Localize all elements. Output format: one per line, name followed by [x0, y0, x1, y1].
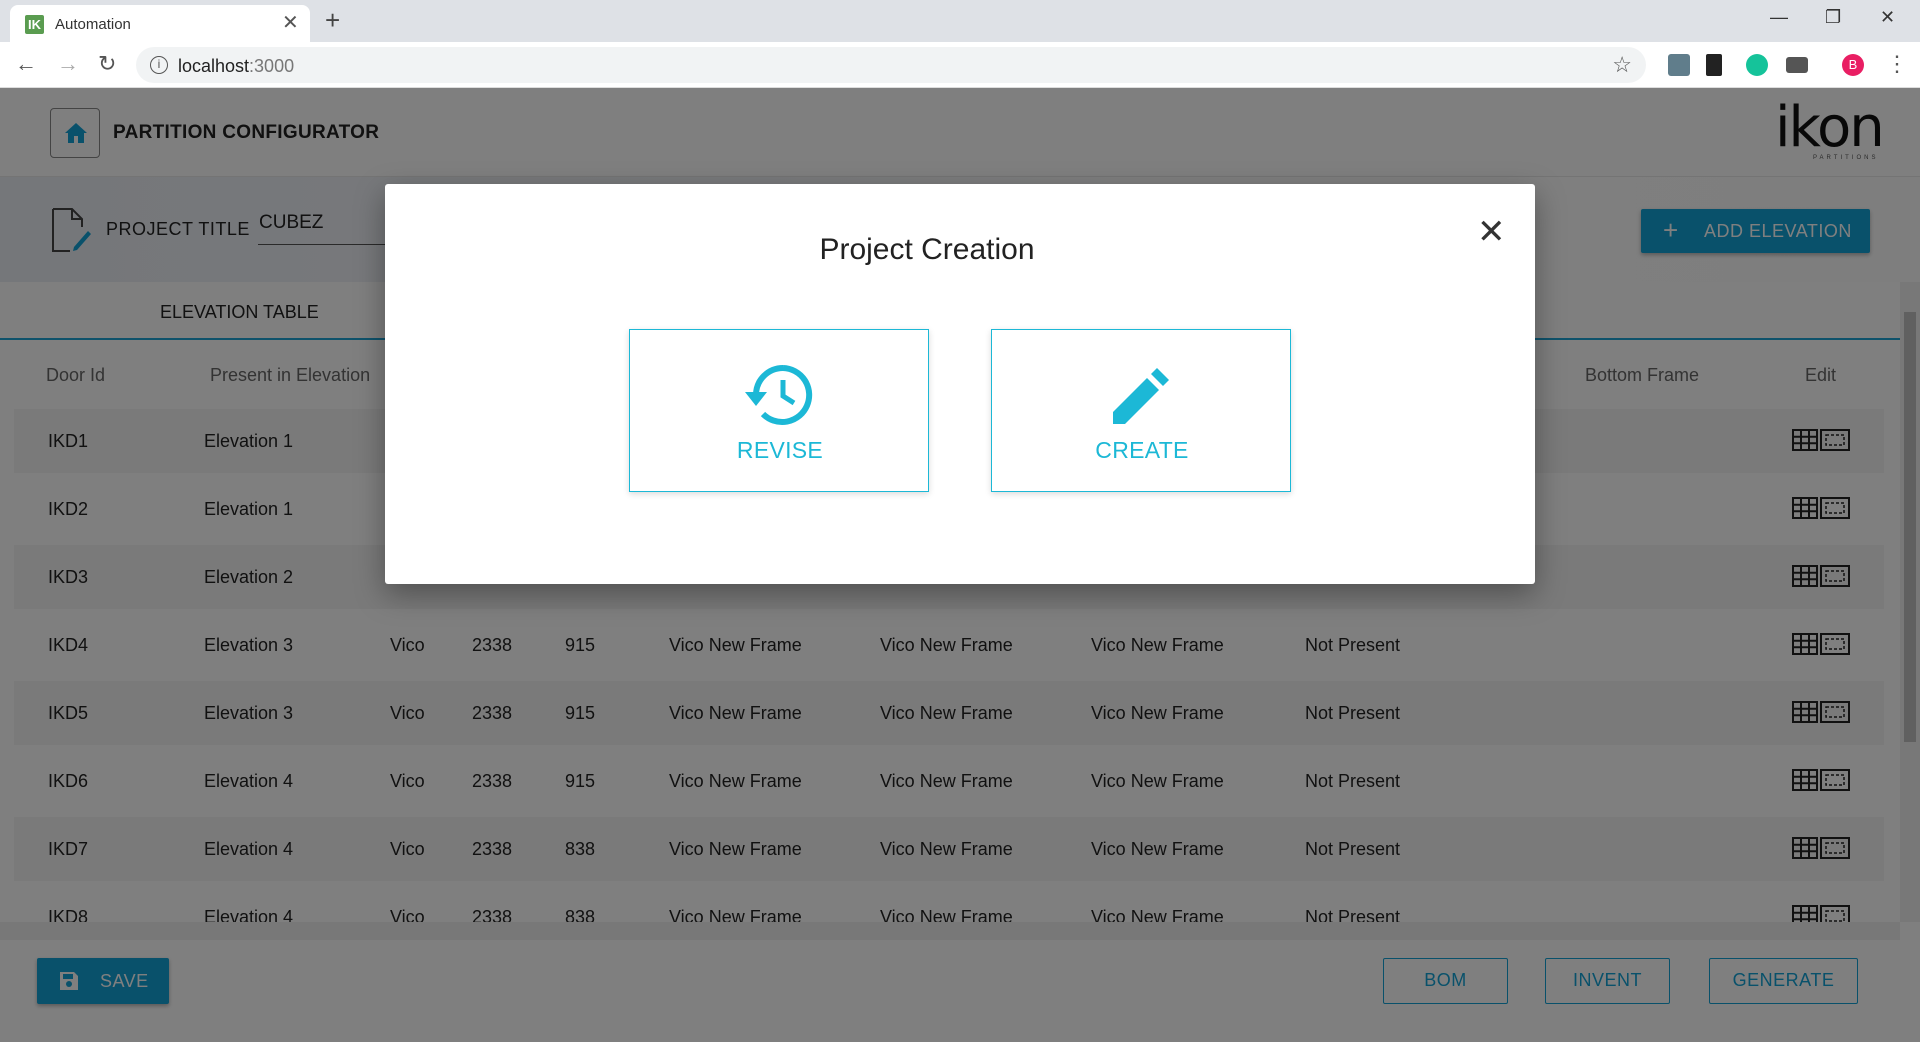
extension-cursor-icon[interactable] [1706, 54, 1722, 76]
tab-title: Automation [55, 16, 131, 33]
address-bar[interactable]: i localhost:3000 ☆ [136, 47, 1646, 83]
tab-favicon-icon: IK [25, 15, 44, 34]
back-icon[interactable]: ← [15, 52, 37, 76]
project-creation-modal: Project Creation ✕ REVISE CREATE [385, 184, 1535, 584]
revise-button[interactable]: REVISE [629, 329, 929, 492]
reload-icon[interactable]: ↻ [98, 52, 116, 76]
browser-toolbar: ← → ↻ i localhost:3000 ☆ B ⋮ [0, 42, 1920, 88]
browser-tab-strip: IK Automation ✕ + — ❐ ✕ [0, 0, 1920, 42]
extension-tool-icon[interactable] [1668, 54, 1690, 76]
tab-close-icon[interactable]: ✕ [282, 13, 299, 33]
modal-close-icon[interactable]: ✕ [1477, 215, 1506, 249]
extension-camera-icon[interactable] [1786, 57, 1808, 73]
forward-icon[interactable]: → [57, 52, 79, 76]
pencil-icon [1113, 368, 1169, 424]
profile-avatar[interactable]: B [1842, 54, 1864, 76]
window-close-icon[interactable]: ✕ [1880, 6, 1895, 28]
create-button[interactable]: CREATE [991, 329, 1291, 492]
bookmark-star-icon[interactable]: ☆ [1612, 52, 1632, 78]
create-label: CREATE [1095, 437, 1189, 463]
history-icon [745, 365, 813, 425]
url-text: localhost:3000 [178, 56, 295, 76]
grammarly-icon[interactable] [1746, 54, 1768, 76]
restore-icon[interactable]: ❐ [1825, 6, 1841, 28]
minimize-icon[interactable]: — [1770, 6, 1788, 28]
revise-label: REVISE [736, 437, 824, 463]
modal-title: Project Creation [819, 233, 1035, 266]
new-tab-icon[interactable]: + [325, 6, 340, 34]
site-info-icon[interactable]: i [150, 56, 168, 74]
browser-menu-icon[interactable]: ⋮ [1886, 52, 1908, 76]
browser-tab[interactable]: IK Automation ✕ [10, 5, 310, 42]
